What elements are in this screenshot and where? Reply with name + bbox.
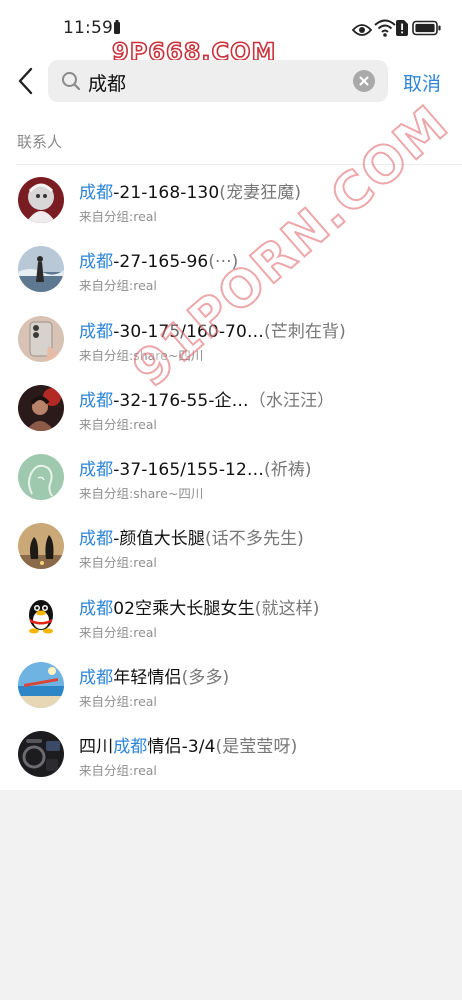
contact-name: 成都年轻情侣(多多) bbox=[79, 668, 230, 689]
avatar-penguin-sunset-icon bbox=[18, 523, 64, 570]
contact-group: 来自分组:share~四川 bbox=[79, 347, 204, 363]
contact-group: 来自分组:real bbox=[79, 624, 157, 640]
contact-group: 来自分组:share~四川 bbox=[79, 486, 204, 502]
contact-name: 四川成都情侣-3/4(是莹莹呀) bbox=[79, 737, 298, 758]
search-input[interactable]: 成都 bbox=[88, 69, 126, 96]
avatar-car-interior-icon bbox=[18, 731, 64, 778]
contact-name: 成都-颜值大长腿(话不多先生) bbox=[79, 529, 304, 550]
cancel-button[interactable]: 取消 bbox=[403, 69, 441, 96]
status-time: 11:59 bbox=[63, 18, 113, 38]
contact-group: 来自分组:real bbox=[79, 694, 157, 710]
contact-group: 来自分组:real bbox=[79, 763, 157, 779]
contact-name: 成都02空乘大长腿女生(就这样) bbox=[79, 598, 320, 619]
contact-group: 来自分组:real bbox=[79, 416, 157, 432]
sim-alert-icon bbox=[396, 20, 408, 40]
avatar-green-silhouette-icon bbox=[18, 454, 64, 501]
battery-saver-icon bbox=[112, 20, 122, 40]
contact-row[interactable]: 成都-37-165/155-12…(祈祷) 来自分组:share~四川 bbox=[0, 442, 462, 511]
clear-search-button[interactable] bbox=[353, 70, 375, 92]
contact-name: 成都-30-175/160-70…(芒刺在背) bbox=[79, 321, 346, 342]
contact-row[interactable]: 成都-27-165-96(···) 来自分组:real bbox=[0, 234, 462, 303]
back-button[interactable] bbox=[14, 66, 42, 96]
contact-name: 成都-27-165-96(···) bbox=[79, 252, 239, 273]
eye-icon bbox=[351, 22, 373, 41]
avatar-beach-icon bbox=[18, 662, 64, 709]
contact-row[interactable]: 成都-32-176-55-企…（水汪汪） 来自分组:real bbox=[0, 373, 462, 442]
avatar-qq-penguin-icon bbox=[18, 592, 64, 639]
close-icon bbox=[359, 76, 369, 86]
contact-row[interactable]: 成都-30-175/160-70…(芒刺在背) 来自分组:share~四川 bbox=[0, 304, 462, 373]
contact-row[interactable]: 成都02空乘大长腿女生(就这样) 来自分组:real bbox=[0, 581, 462, 650]
search-icon bbox=[60, 70, 82, 92]
avatar-dark-portrait-icon bbox=[18, 384, 64, 431]
contact-row[interactable]: 成都-颜值大长腿(话不多先生) 来自分组:real bbox=[0, 511, 462, 580]
contact-row[interactable]: 成都年轻情侣(多多) 来自分组:real bbox=[0, 650, 462, 719]
contact-row[interactable]: 四川成都情侣-3/4(是莹莹呀) 来自分组:real bbox=[0, 719, 462, 788]
search-bar[interactable]: 成都 bbox=[48, 60, 388, 102]
avatar-sky-water-icon bbox=[18, 246, 64, 293]
contact-group: 来自分组:real bbox=[79, 278, 157, 294]
avatar-red-figure-icon bbox=[18, 177, 64, 223]
contact-list: 成都-21-168-130(宠妻狂魔) 来自分组:real 成都-27-165-… bbox=[0, 165, 462, 789]
contact-name: 成都-32-176-55-企…（水汪汪） bbox=[79, 390, 335, 411]
contact-group: 来自分组:real bbox=[79, 209, 157, 224]
chevron-left-icon bbox=[18, 67, 33, 95]
screen: 11:59 9P668.COM 成都 取消 联系人 成都-21-168-130(… bbox=[0, 0, 462, 1000]
contact-name: 成都-21-168-130(宠妻狂魔) bbox=[79, 183, 302, 203]
contact-row[interactable]: 成都-21-168-130(宠妻狂魔) 来自分组:real bbox=[0, 165, 462, 234]
section-title-contacts: 联系人 bbox=[17, 133, 63, 151]
contact-name: 成都-37-165/155-12…(祈祷) bbox=[79, 460, 312, 481]
wifi-icon bbox=[374, 19, 396, 41]
contact-group: 来自分组:real bbox=[79, 555, 157, 571]
battery-icon bbox=[412, 20, 442, 40]
avatar-phone-selfie-icon bbox=[18, 315, 64, 362]
